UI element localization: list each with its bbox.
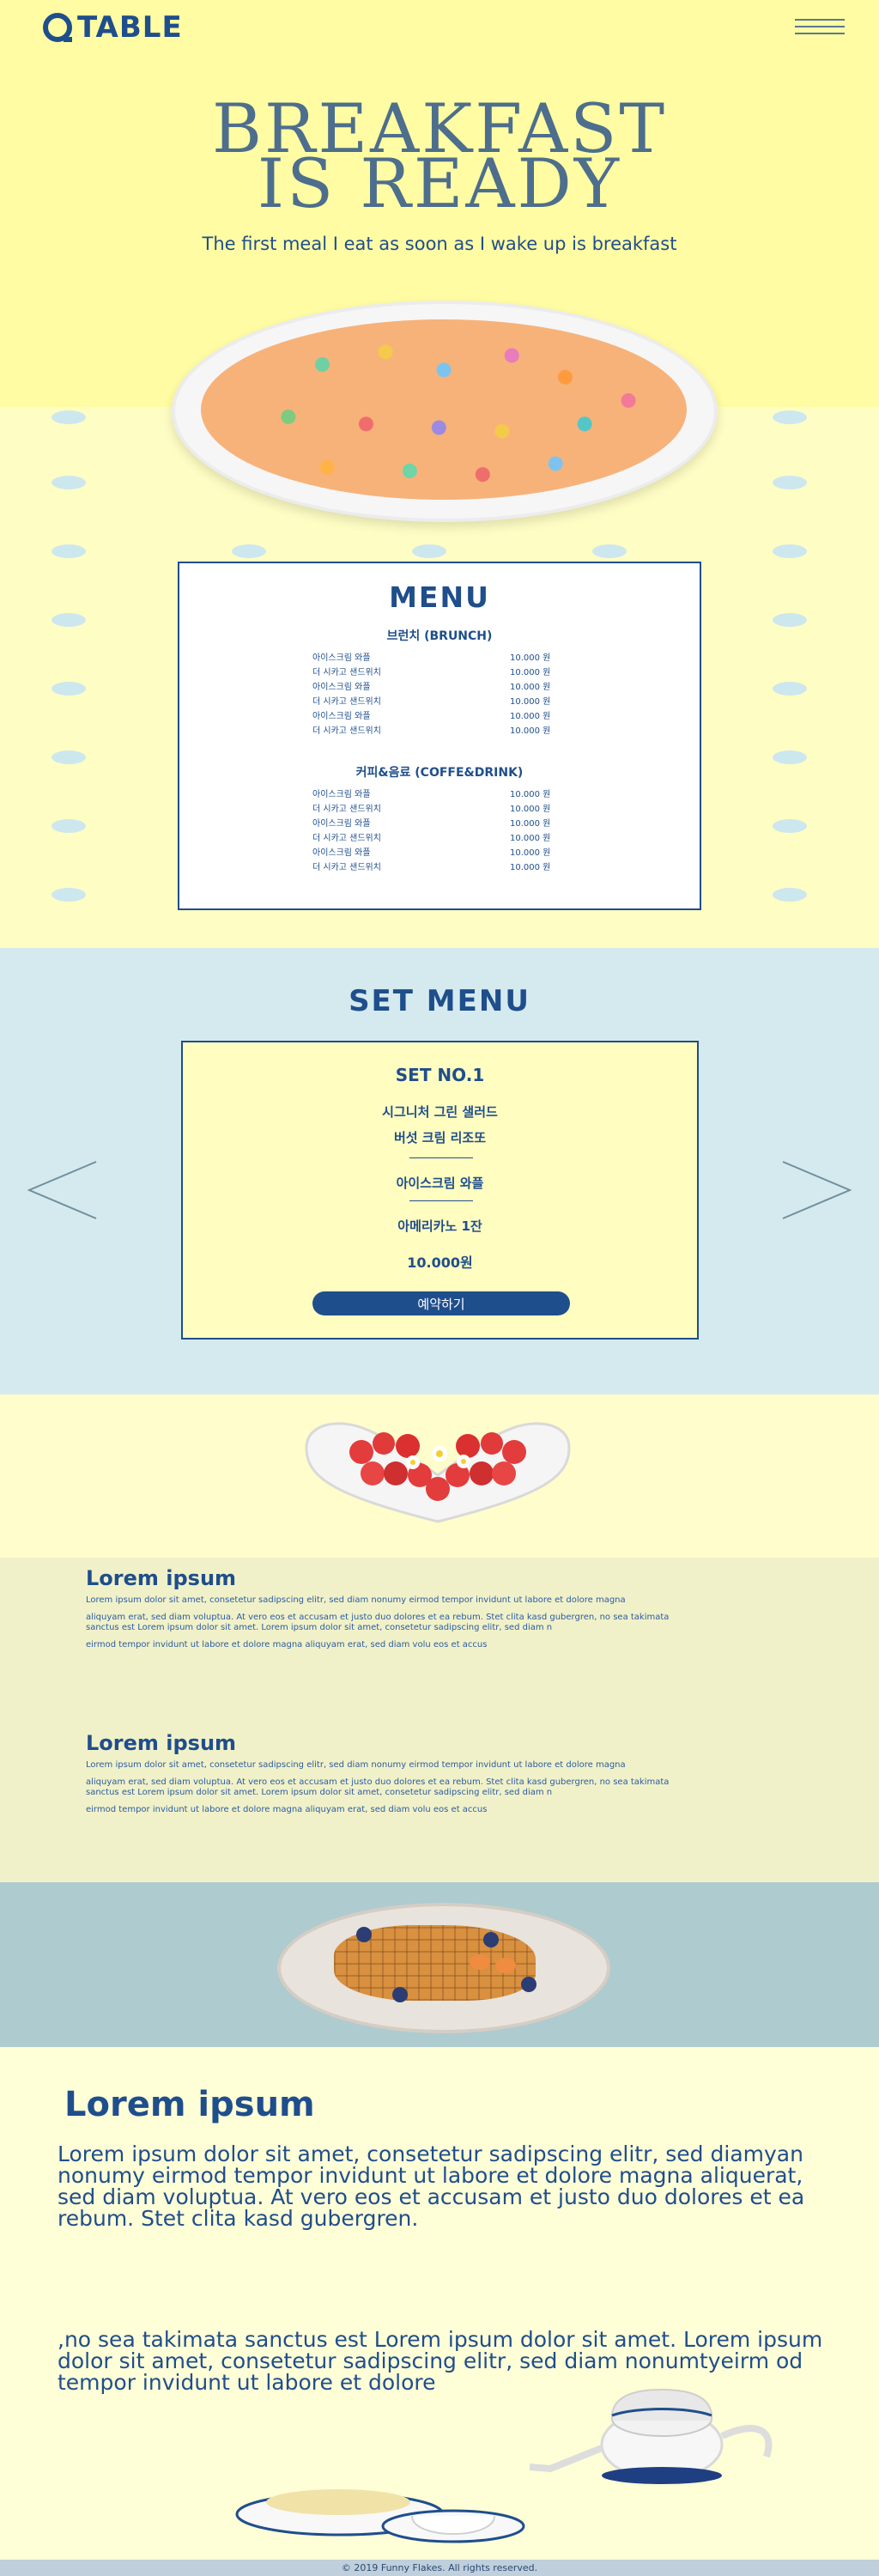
cereal-image [201, 319, 687, 500]
decor-dot [52, 682, 86, 696]
text-block-paragraph: Lorem ipsum dolor sit amet, consetetur s… [86, 1595, 626, 1605]
decor-dot [412, 544, 446, 558]
logo-mark-icon [43, 13, 72, 42]
blueberry [483, 1932, 499, 1947]
decor-dot [773, 819, 807, 833]
set-card-price: 10.000원 [407, 1255, 473, 1271]
heart-image-section [0, 1394, 879, 1558]
logo[interactable]: TABLE [43, 10, 183, 45]
waffle-plate-image [277, 1903, 610, 2033]
decor-dot [52, 544, 86, 558]
decor-dot [773, 682, 807, 696]
menu-row: 아이스크림 와플 10.000 원 [312, 819, 551, 829]
hero-title-line-2: IS READY [257, 144, 622, 223]
decor-dot [52, 750, 86, 764]
menu-row: 더 시카고 샌드위치 10.000 원 [312, 834, 551, 843]
waffle-image-section [0, 1882, 879, 2047]
text-block-title: Lorem ipsum [86, 1566, 237, 1590]
decor-dot [52, 613, 86, 627]
cereal-bowl-image [172, 301, 718, 522]
set-card-item: 버섯 크림 리조또 [393, 1130, 487, 1145]
decor-dot [52, 410, 86, 424]
bottom-paragraph-1: Lorem ipsum dolor sit amet, consetetur s… [58, 2142, 805, 2231]
blueberry [392, 1987, 408, 2002]
menu-row: 아이스크림 와플 10.000 원 [312, 683, 551, 692]
menu-section-brunch: 브런치 (BRUNCH) [386, 629, 493, 643]
blueberry [521, 1977, 536, 1992]
reserve-button[interactable]: 예약하기 [312, 1291, 570, 1315]
blueberry [356, 1927, 372, 1942]
menu-row: 아이스크림 와플 10.000 원 [312, 653, 551, 663]
set-card-item: 시그니처 그린 샐러드 [382, 1104, 498, 1120]
hero-section: TABLE BREAKFAST IS READY The first meal … [0, 0, 879, 522]
footer-text: © 2019 Funny Flakes. All rights reserved… [0, 2560, 879, 2576]
decor-dot [773, 888, 807, 902]
decor-dot [592, 544, 627, 558]
menu-row: 더 시카고 샌드위치 10.000 원 [312, 805, 551, 814]
hero-title: BREAKFAST IS READY [0, 95, 879, 223]
text-block-paragraph: aliquyam erat, sed diam voluptua. At ver… [86, 1613, 670, 1632]
decor-dot [773, 613, 807, 627]
set-menu-title: SET MENU [349, 984, 530, 1018]
decor-dot [232, 544, 266, 558]
menu-title: MENU [389, 580, 490, 614]
text-blocks-section: Lorem ipsum Lorem ipsum dolor sit amet, … [0, 1558, 879, 1882]
divider [409, 1157, 473, 1158]
menu-row: 더 시카고 샌드위치 10.000 원 [312, 697, 551, 707]
text-block: Lorem ipsum Lorem ipsum dolor sit amet, … [86, 1731, 670, 1815]
set-card-item: 아이스크림 와플 [396, 1176, 484, 1191]
menu-row: 더 시카고 샌드위치 10.000 원 [312, 668, 551, 677]
set-card-item: 아메리카노 1잔 [397, 1218, 482, 1234]
menu-row: 아이스크림 와플 10.000 원 [312, 848, 551, 858]
decor-dot [52, 476, 86, 489]
hero-subtitle: The first meal I eat as soon as I wake u… [202, 234, 677, 254]
menu-row: 더 시카고 샌드위치 10.000 원 [312, 726, 551, 736]
cookies-cup-image [235, 2489, 525, 2543]
set-card-title: SET NO.1 [395, 1065, 485, 1085]
logo-text: TABLE [77, 10, 183, 45]
decor-dot [773, 750, 807, 764]
hamburger-icon[interactable] [795, 19, 845, 34]
set-menu-card: SET NO.1 시그니처 그린 샐러드 버섯 크림 리조또 아이스크림 와플 … [181, 1041, 699, 1340]
text-block-title: Lorem ipsum [86, 1731, 237, 1755]
orange-slice [470, 1954, 490, 1970]
text-block-paragraph: eirmod tempor invidunt ut labore et dolo… [86, 1805, 488, 1814]
menu-row: 아이스크림 와플 10.000 원 [312, 790, 551, 799]
decor-dot [773, 544, 807, 558]
orange-slice [495, 1958, 516, 1973]
decor-dot [773, 410, 807, 424]
menu-card: MENU 브런치 (BRUNCH) 아이스크림 와플 10.000 원 더 시카고… [178, 562, 701, 910]
menu-section-drink: 커피&음료 (COFFE&DRINK) [355, 766, 524, 780]
bottom-title: Lorem ipsum [64, 2085, 315, 2124]
bottom-section: Lorem ipsum Lorem ipsum dolor sit amet, … [0, 2047, 879, 2561]
decor-dot [773, 476, 807, 489]
divider [409, 1200, 473, 1201]
decor-dot [52, 819, 86, 833]
text-block-paragraph: Lorem ipsum dolor sit amet, consetetur s… [86, 1760, 626, 1770]
menu-row: 아이스크림 와플 10.000 원 [312, 712, 551, 721]
strawberry-heart-image [305, 1422, 571, 1523]
set-menu-section: SET MENU SET NO.1 시그니처 그린 샐러드 버섯 크림 리조또 … [0, 948, 879, 1394]
decor-dot [52, 888, 86, 902]
text-block: Lorem ipsum Lorem ipsum dolor sit amet, … [86, 1566, 670, 1650]
text-block-paragraph: aliquyam erat, sed diam voluptua. At ver… [86, 1777, 670, 1797]
text-block-paragraph: eirmod tempor invidunt ut labore et dolo… [86, 1640, 488, 1649]
menu-row: 더 시카고 샌드위치 10.000 원 [312, 863, 551, 872]
